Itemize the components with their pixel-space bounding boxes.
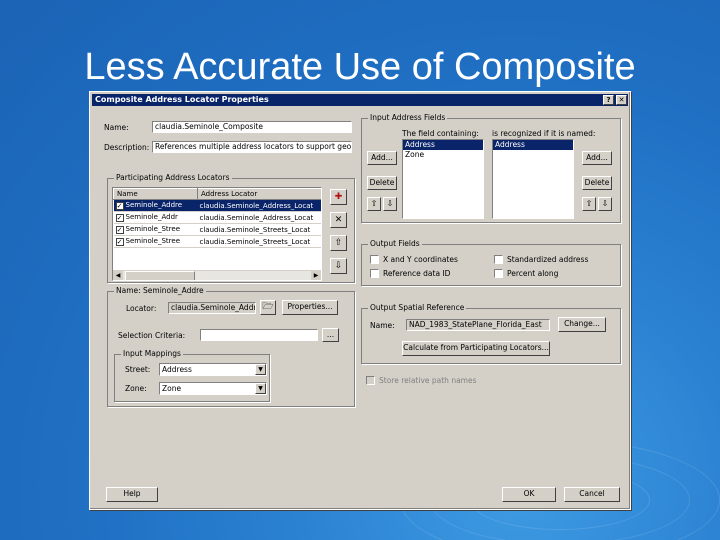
scroll-left-icon[interactable]: ◀ [113, 271, 123, 280]
input-mappings-title: Input Mappings [121, 349, 183, 358]
add-locator-icon[interactable]: ✚ [330, 189, 347, 205]
move-down-locator-icon[interactable]: ⇩ [330, 258, 347, 274]
output-fields-title: Output Fields [368, 239, 422, 248]
input-mappings-group: Input Mappings Street: Address ▼ Zone: Z… [114, 349, 270, 402]
street-label: Street: [125, 365, 151, 374]
help-icon[interactable]: ? [603, 95, 614, 105]
locators-table-box: Name Address Locator ✓ Seminole_Addre cla… [112, 187, 322, 281]
change-button[interactable]: Change... [558, 317, 606, 332]
dialog-title: Composite Address Locator Properties [95, 95, 269, 104]
close-icon[interactable]: ✕ [616, 95, 627, 105]
selection-criteria-label: Selection Criteria: [118, 331, 186, 340]
slide-title: Less Accurate Use of Composite [84, 46, 636, 88]
table-row[interactable]: ✓ Seminole_Addre claudia.Seminole_Address… [113, 199, 321, 212]
selection-criteria-button[interactable]: ... [322, 328, 339, 342]
locator-detail-group: Name: Seminole_Addre Locator: claudia.Se… [107, 286, 355, 407]
ok-button[interactable]: OK [502, 487, 556, 502]
percent-along-checkbox[interactable]: Percent along [494, 269, 558, 278]
dialog-titlebar: Composite Address Locator Properties ? ✕ [92, 94, 628, 106]
name-label: Name: [104, 123, 129, 132]
scroll-thumb[interactable] [125, 271, 195, 280]
spatial-name-label: Name: [370, 321, 395, 330]
description-field[interactable]: References multiple address locators to … [152, 141, 352, 153]
store-relative-path-checkbox[interactable]: Store relative path names [366, 376, 477, 385]
recognized-names-list[interactable]: Address [492, 139, 574, 219]
checkbox-checked-icon[interactable]: ✓ [115, 202, 124, 210]
move-down-name-icon[interactable]: ⇩ [598, 197, 612, 211]
move-up-locator-icon[interactable]: ⇧ [330, 235, 347, 251]
input-address-fields-group: Input Address Fields The field containin… [361, 113, 621, 223]
column-header-locator[interactable]: Address Locator [197, 188, 321, 200]
field-containing-label: The field containing: [402, 129, 479, 138]
open-folder-icon[interactable]: 🗁 [260, 300, 276, 315]
spatial-reference-title: Output Spatial Reference [368, 303, 467, 312]
checkbox-checked-icon[interactable]: ✓ [115, 214, 124, 222]
zone-label: Zone: [125, 384, 147, 393]
name-field[interactable]: claudia.Seminole_Composite [152, 121, 352, 133]
checkbox-checked-icon[interactable]: ✓ [115, 226, 124, 234]
reference-data-id-checkbox[interactable]: Reference data ID [370, 269, 450, 278]
table-row[interactable]: ✓ Seminole_Stree claudia.Seminole_Streets… [113, 223, 321, 236]
composite-locator-dialog: Composite Address Locator Properties ? ✕… [89, 91, 631, 510]
recognized-label: is recognized if it is named: [492, 129, 596, 138]
help-button[interactable]: Help [106, 487, 158, 502]
locator-detail-title: Name: Seminole_Addre [114, 286, 206, 295]
checkbox-checked-icon[interactable]: ✓ [115, 238, 124, 246]
input-fields-title: Input Address Fields [368, 113, 448, 122]
horizontal-scrollbar[interactable]: ◀ ▶ [113, 270, 321, 280]
locators-table: Name Address Locator ✓ Seminole_Addre cla… [113, 188, 321, 248]
input-fields-list[interactable]: Address Zone [402, 139, 484, 219]
participating-locators-group: Participating Address Locators Name Addr… [107, 173, 355, 283]
recognized-name-item[interactable]: Address [493, 140, 573, 150]
description-label: Description: [104, 143, 150, 152]
locator-label: Locator: [126, 304, 157, 313]
move-down-field-icon[interactable]: ⇩ [383, 197, 397, 211]
delete-name-button[interactable]: Delete [582, 176, 612, 190]
selection-criteria-field[interactable] [200, 329, 318, 341]
spatial-name-field: NAD_1983_StatePlane_Florida_East [406, 319, 550, 331]
calculate-from-locators-button[interactable]: Calculate from Participating Locators... [402, 341, 550, 356]
delete-locator-icon[interactable]: ✕ [330, 212, 347, 228]
locator-field: claudia.Seminole_Addr [168, 302, 256, 314]
scroll-right-icon[interactable]: ▶ [311, 271, 321, 280]
chevron-down-icon[interactable]: ▼ [255, 364, 266, 375]
move-up-field-icon[interactable]: ⇧ [367, 197, 381, 211]
properties-button[interactable]: Properties... [282, 300, 338, 315]
table-row[interactable]: ✓ Seminole_Addr claudia.Seminole_Address_… [113, 211, 321, 224]
delete-field-button[interactable]: Delete [367, 176, 397, 190]
standardized-address-checkbox[interactable]: Standardized address [494, 255, 588, 264]
chevron-down-icon[interactable]: ▼ [255, 383, 266, 394]
participating-title: Participating Address Locators [114, 173, 232, 182]
input-field-item-address[interactable]: Address [403, 140, 483, 150]
table-row[interactable]: ✓ Seminole_Stree claudia.Seminole_Streets… [113, 235, 321, 248]
move-up-name-icon[interactable]: ⇧ [582, 197, 596, 211]
input-field-item-zone[interactable]: Zone [403, 150, 483, 160]
add-field-button[interactable]: Add... [367, 151, 397, 165]
spatial-reference-group: Output Spatial Reference Name: NAD_1983_… [361, 303, 621, 364]
output-fields-group: Output Fields X and Y coordinates Standa… [361, 239, 621, 286]
add-name-button[interactable]: Add... [582, 151, 612, 165]
cancel-button[interactable]: Cancel [564, 487, 620, 502]
zone-dropdown[interactable]: Zone ▼ [159, 382, 267, 395]
column-header-name[interactable]: Name [113, 188, 198, 200]
street-dropdown[interactable]: Address ▼ [159, 363, 267, 376]
xy-coordinates-checkbox[interactable]: X and Y coordinates [370, 255, 458, 264]
